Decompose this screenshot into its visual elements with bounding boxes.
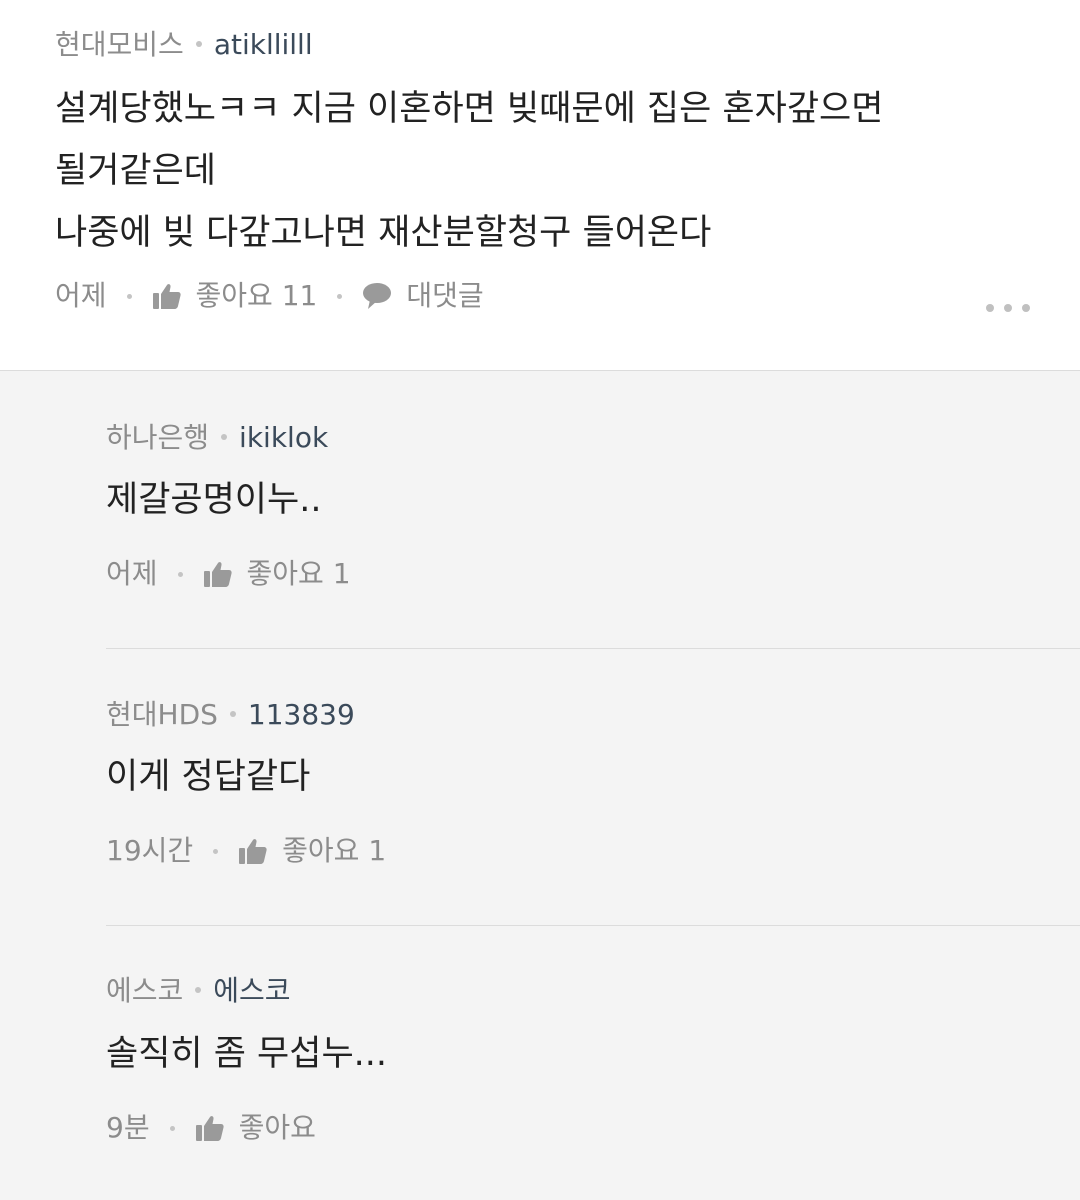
thumbs-up-icon <box>152 284 181 309</box>
reply-body: 솔직히 좀 무섭누... <box>106 1034 388 1074</box>
more-dot <box>1004 304 1012 312</box>
more-dot <box>986 304 994 312</box>
reply-label: 대댓글 <box>406 279 484 312</box>
nickname: 113839 <box>247 698 355 731</box>
reply-actions: 어제 좋아요 1 <box>106 554 351 594</box>
reply-body: 제갈공명이누.. <box>106 480 322 520</box>
like-label: 좋아요 1 <box>282 834 387 867</box>
separator-dot <box>126 293 132 299</box>
separator-dot <box>195 41 202 47</box>
separator-dot <box>221 434 228 440</box>
company-name: 에스코 <box>106 974 184 1007</box>
like-label: 좋아요 1 <box>246 557 351 590</box>
reply-author[interactable]: 에스코 에스코 <box>106 971 291 1011</box>
reply-time: 9분 <box>106 1111 150 1144</box>
nickname: atikllilll <box>213 28 313 61</box>
company-name: 현대모비스 <box>55 28 184 61</box>
comment-time: 어제 <box>55 279 107 312</box>
separator-dot <box>177 571 183 577</box>
comment-author[interactable]: 현대모비스 atikllilll <box>55 25 313 65</box>
comment-actions: 어제 좋아요 11 대댓글 <box>55 276 484 316</box>
reply-list: 하나은행 ikiklok 제갈공명이누.. 어제 좋아요 1 현대HDS 11383… <box>0 370 1080 1200</box>
like-button[interactable]: 좋아요 1 <box>238 831 386 871</box>
comment-body: 설계당했노ㅋㅋ 지금 이혼하면 빚때문에 집은 혼자갚으면될거같은데나중에 빚 … <box>55 78 883 264</box>
separator-dot <box>195 987 202 993</box>
company-name: 하나은행 <box>106 421 210 454</box>
reply-button[interactable]: 대댓글 <box>362 276 484 316</box>
comment-item: 현대모비스 atikllilll 설계당했노ㅋㅋ 지금 이혼하면 빚때문에 집은 … <box>0 0 1080 370</box>
comment-line: 나중에 빚 다갚고나면 재산분할청구 들어온다 <box>55 213 712 253</box>
thumbs-up-icon <box>195 1116 224 1141</box>
reply-actions: 19시간 좋아요 1 <box>106 831 386 871</box>
reply-author[interactable]: 하나은행 ikiklok <box>106 418 328 458</box>
comment-line: 설계당했노ㅋㅋ 지금 이혼하면 빚때문에 집은 혼자갚으면 <box>55 89 884 129</box>
like-button[interactable]: 좋아요 <box>195 1108 316 1148</box>
company-name: 현대HDS <box>106 698 218 731</box>
more-dot <box>1022 304 1030 312</box>
like-button[interactable]: 좋아요 11 <box>152 276 318 316</box>
separator-dot <box>213 848 219 854</box>
separator-dot <box>229 711 236 717</box>
comment-line: 될거같은데 <box>55 151 217 191</box>
reply-body: 이게 정답같다 <box>106 757 311 797</box>
speech-bubble-icon <box>363 283 392 309</box>
thumbs-up-icon <box>239 839 267 864</box>
separator-dot <box>169 1125 175 1131</box>
reply-time: 19시간 <box>106 834 194 867</box>
like-label: 좋아요 11 <box>195 279 318 312</box>
reply-divider <box>106 648 1080 649</box>
reply-author[interactable]: 현대HDS 113839 <box>106 695 355 735</box>
reply-divider <box>106 925 1080 926</box>
reply-actions: 9분 좋아요 <box>106 1108 316 1148</box>
like-label: 좋아요 <box>238 1111 316 1144</box>
thumbs-up-icon <box>203 562 232 587</box>
nickname: ikiklok <box>239 421 329 454</box>
nickname: 에스코 <box>213 974 291 1007</box>
like-button[interactable]: 좋아요 1 <box>203 554 351 594</box>
reply-time: 어제 <box>106 557 158 590</box>
separator-dot <box>337 293 343 299</box>
more-dots-icon[interactable] <box>986 296 1030 320</box>
